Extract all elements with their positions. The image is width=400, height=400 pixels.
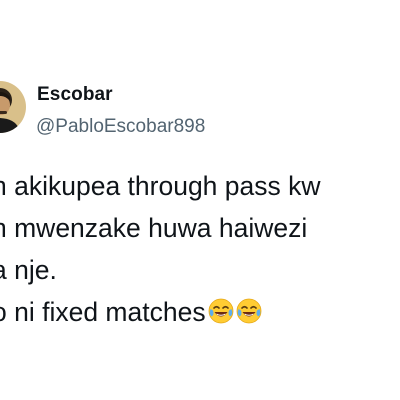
- face-with-tears-of-joy-icon: [208, 298, 234, 324]
- profile-photo-icon: [0, 81, 26, 133]
- tweet-card: Escobar @PabloEscobar898 n akikupea thro…: [0, 0, 400, 400]
- tweet-text-line-4-text: o ni fixed matches: [0, 297, 206, 327]
- tweet-text-line-2: n mwenzake huwa haiwezi: [0, 213, 308, 243]
- avatar[interactable]: [0, 81, 26, 133]
- tweet-text: n akikupea through pass kw n mwenzake hu…: [0, 165, 321, 333]
- tweet-text-line-4: o ni fixed matches: [0, 291, 321, 333]
- tweet-text-line-3: a nje.: [0, 255, 57, 285]
- tweet-text-line-1: n akikupea through pass kw: [0, 171, 321, 201]
- face-with-tears-of-joy-icon: [236, 298, 262, 324]
- author-display-name[interactable]: Escobar: [37, 84, 113, 106]
- author-handle[interactable]: @PabloEscobar898: [36, 116, 205, 138]
